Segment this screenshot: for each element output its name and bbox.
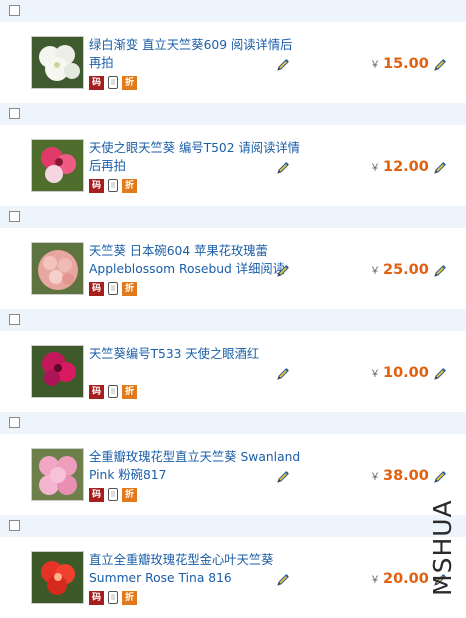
badge-group: 码 折 [89, 385, 137, 399]
edit-price-pencil-icon[interactable] [433, 264, 447, 278]
product-title-link[interactable]: 直立全重瓣玫瑰花型金心叶天竺葵 Summer Rose Tina 816 [89, 551, 297, 587]
currency-symbol: ￥ [370, 60, 380, 71]
row-checkbox[interactable] [9, 520, 20, 531]
row-checkbox[interactable] [9, 211, 20, 222]
barcode-badge-icon: 码 [89, 282, 104, 296]
barcode-badge-icon: 码 [89, 385, 104, 399]
row-header [0, 515, 466, 537]
discount-badge-icon: 折 [122, 488, 137, 502]
product-thumbnail[interactable] [31, 36, 84, 89]
row-checkbox[interactable] [9, 5, 20, 16]
currency-symbol: ￥ [370, 472, 380, 483]
discount-badge-icon: 折 [122, 385, 137, 399]
row-checkbox[interactable] [9, 314, 20, 325]
edit-title-pencil-icon[interactable] [276, 573, 290, 587]
mobile-phone-icon [108, 591, 118, 604]
price-value: 10.00 [383, 365, 429, 381]
edit-title-pencil-icon[interactable] [276, 367, 290, 381]
price-value: 20.00 [383, 571, 429, 587]
currency-symbol: ￥ [370, 575, 380, 586]
currency-symbol: ￥ [370, 163, 380, 174]
barcode-badge-icon: 码 [89, 179, 104, 193]
price: ￥ 38.00 [370, 468, 429, 484]
product-title-link[interactable]: 天使之眼天竺葵 编号T502 请阅读详情 后再拍 [89, 139, 300, 175]
product-thumbnail[interactable] [31, 139, 84, 192]
title-line-1: 天使之眼天竺葵 编号T502 请阅读详情 [89, 141, 300, 155]
title-line-2: 再拍 [89, 56, 114, 70]
edit-title-pencil-icon[interactable] [276, 58, 290, 72]
badge-group: 码 折 [89, 76, 137, 90]
price-value: 15.00 [383, 56, 429, 72]
product-row: 直立全重瓣玫瑰花型金心叶天竺葵 Summer Rose Tina 816 码 折… [0, 515, 466, 618]
barcode-badge-icon: 码 [89, 488, 104, 502]
row-header [0, 412, 466, 434]
product-row: 天竺葵编号T533 天使之眼酒红 码 折 ￥ 10.00 [0, 309, 466, 412]
product-row: 天竺葵 日本碗604 苹果花玫瑰蕾 Appleblossom Rosebud 详… [0, 206, 466, 309]
product-thumbnail[interactable] [31, 345, 84, 398]
edit-price-pencil-icon[interactable] [433, 367, 447, 381]
edit-price-pencil-icon[interactable] [433, 58, 447, 72]
price: ￥ 15.00 [370, 56, 429, 72]
title-line-1: 天竺葵 日本碗604 苹果花玫瑰蕾 [89, 244, 268, 258]
title-line-2: Pink 粉碗817 [89, 468, 167, 482]
row-header [0, 206, 466, 228]
edit-price-pencil-icon[interactable] [433, 161, 447, 175]
currency-symbol: ￥ [370, 266, 380, 277]
svg-text:MSHUA: MSHUA [428, 499, 457, 596]
mobile-phone-icon [108, 76, 118, 89]
edit-price-pencil-icon[interactable] [433, 470, 447, 484]
title-line-2: Appleblossom Rosebud 详细阅读 [89, 262, 285, 276]
price: ￥ 20.00 [370, 571, 429, 587]
title-line-2: Summer Rose Tina 816 [89, 571, 232, 585]
mobile-phone-icon [108, 385, 118, 398]
row-header [0, 309, 466, 331]
price: ￥ 12.00 [370, 159, 429, 175]
product-row: 全重瓣玫瑰花型直立天竺葵 Swanland Pink 粉碗817 码 折 ￥ 38… [0, 412, 466, 515]
price: ￥ 25.00 [370, 262, 429, 278]
product-row: 天使之眼天竺葵 编号T502 请阅读详情 后再拍 码 折 ￥ 12.00 [0, 103, 466, 206]
product-title-link[interactable]: 全重瓣玫瑰花型直立天竺葵 Swanland Pink 粉碗817 [89, 448, 301, 484]
edit-title-pencil-icon[interactable] [276, 161, 290, 175]
row-header [0, 0, 466, 22]
row-checkbox[interactable] [9, 108, 20, 119]
row-header [0, 103, 466, 125]
discount-badge-icon: 折 [122, 179, 137, 193]
product-title-link[interactable]: 绿白渐变 直立天竺葵609 阅读详情后 再拍 [89, 36, 297, 72]
badge-group: 码 折 [89, 179, 137, 193]
discount-badge-icon: 折 [122, 282, 137, 296]
price-value: 38.00 [383, 468, 429, 484]
product-list: 绿白渐变 直立天竺葵609 阅读详情后 再拍 码 折 ￥ 15.00 天使之眼天竺… [0, 0, 466, 605]
price: ￥ 10.00 [370, 365, 429, 381]
mobile-phone-icon [108, 282, 118, 295]
product-row: 绿白渐变 直立天竺葵609 阅读详情后 再拍 码 折 ￥ 15.00 [0, 0, 466, 103]
currency-symbol: ￥ [370, 369, 380, 380]
barcode-badge-icon: 码 [89, 591, 104, 605]
badge-group: 码 折 [89, 488, 137, 502]
title-line-1: 直立全重瓣玫瑰花型金心叶天竺葵 [89, 553, 274, 567]
edit-title-pencil-icon[interactable] [276, 264, 290, 278]
barcode-badge-icon: 码 [89, 76, 104, 90]
mobile-phone-icon [108, 179, 118, 192]
price-value: 25.00 [383, 262, 429, 278]
title-line-1: 全重瓣玫瑰花型直立天竺葵 Swanland [89, 450, 301, 464]
title-line-1: 绿白渐变 直立天竺葵609 阅读详情后 [89, 38, 293, 52]
product-thumbnail[interactable] [31, 551, 84, 604]
discount-badge-icon: 折 [122, 76, 137, 90]
discount-badge-icon: 折 [122, 591, 137, 605]
watermark: MSHUA [428, 499, 457, 596]
product-title-link[interactable]: 天竺葵编号T533 天使之眼酒红 [89, 345, 297, 363]
badge-group: 码 折 [89, 591, 137, 605]
product-thumbnail[interactable] [31, 242, 84, 295]
title-line-2: 后再拍 [89, 159, 126, 173]
title-line-1: 天竺葵编号T533 天使之眼酒红 [89, 347, 260, 361]
edit-title-pencil-icon[interactable] [276, 470, 290, 484]
badge-group: 码 折 [89, 282, 137, 296]
mobile-phone-icon [108, 488, 118, 501]
product-thumbnail[interactable] [31, 448, 84, 501]
price-value: 12.00 [383, 159, 429, 175]
row-checkbox[interactable] [9, 417, 20, 428]
product-title-link[interactable]: 天竺葵 日本碗604 苹果花玫瑰蕾 Appleblossom Rosebud 详… [89, 242, 297, 278]
